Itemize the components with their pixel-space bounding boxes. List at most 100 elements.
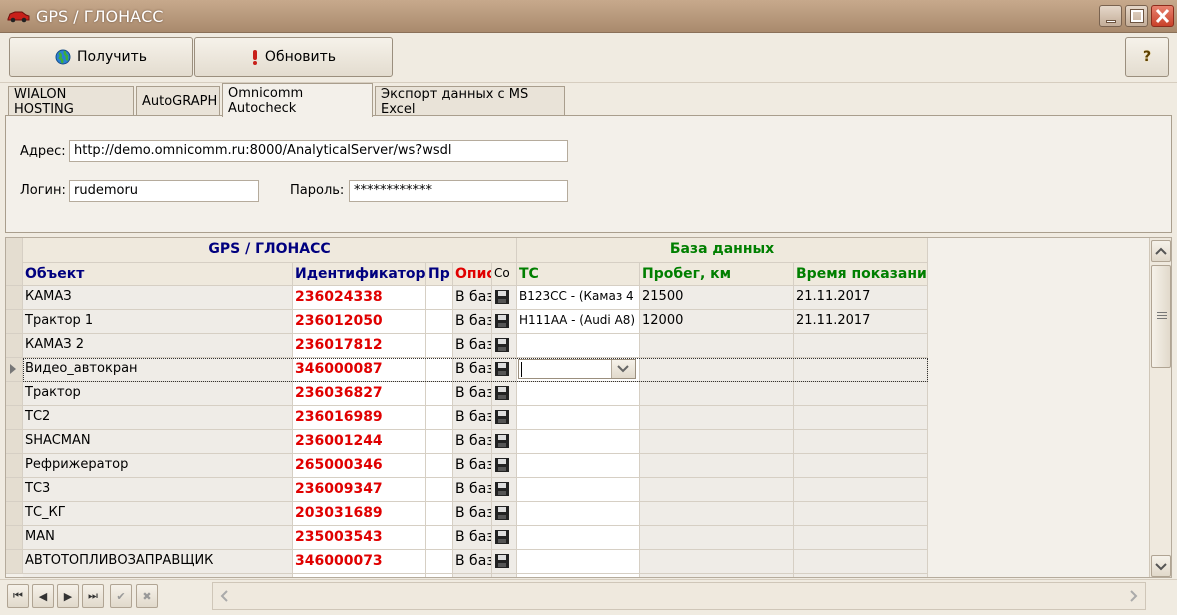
post-button[interactable]: ✔	[110, 584, 132, 608]
cell-pr[interactable]	[426, 550, 453, 574]
scroll-down-button[interactable]	[1151, 555, 1171, 577]
row-indicator[interactable]	[6, 430, 23, 454]
floppy-disk-icon[interactable]	[494, 409, 510, 425]
ts-dropdown[interactable]	[518, 359, 636, 379]
get-button[interactable]: Получить	[9, 37, 193, 77]
cell-object[interactable]: ТС3	[23, 478, 293, 502]
cell-identifier[interactable]: 236012050	[293, 310, 426, 334]
maximize-button[interactable]	[1125, 5, 1148, 27]
login-input[interactable]: rudemoru	[69, 180, 259, 202]
cell-time[interactable]	[794, 358, 928, 382]
cell-save[interactable]	[492, 502, 517, 526]
scroll-left-icon[interactable]	[215, 583, 235, 609]
cell-description[interactable]: В базе	[453, 310, 492, 334]
cell-object[interactable]: Рефрижератор	[23, 454, 293, 478]
cell-pr[interactable]	[426, 286, 453, 310]
cell-mileage[interactable]	[640, 430, 794, 454]
cell-identifier[interactable]: 265000346	[293, 454, 426, 478]
cell-time[interactable]: 21.11.2017	[794, 286, 928, 310]
cell-pr[interactable]	[426, 334, 453, 358]
cell-pr[interactable]	[426, 406, 453, 430]
next-record-button[interactable]: ▶	[57, 584, 79, 608]
cell-mileage[interactable]: 21500	[640, 286, 794, 310]
cell-pr[interactable]	[426, 430, 453, 454]
floppy-disk-icon[interactable]	[494, 337, 510, 353]
cancel-button[interactable]: ✖	[136, 584, 158, 608]
cell-time[interactable]: 21.11.2017	[794, 310, 928, 334]
cell-description[interactable]: В базе	[453, 406, 492, 430]
row-indicator[interactable]	[6, 454, 23, 478]
cell-save[interactable]	[492, 478, 517, 502]
row-indicator[interactable]	[6, 478, 23, 502]
last-record-button[interactable]: ⏭	[82, 584, 104, 608]
cell-description[interactable]: В базе	[453, 358, 492, 382]
tab-excel-export[interactable]: Экспорт данных с MS Excel	[375, 86, 565, 117]
column-header-description[interactable]: Описание	[453, 263, 492, 286]
row-indicator[interactable]	[6, 286, 23, 310]
cell-ts[interactable]	[517, 502, 640, 526]
cell-time[interactable]	[794, 502, 928, 526]
horizontal-scrollbar[interactable]	[212, 582, 1146, 610]
row-indicator[interactable]	[6, 334, 23, 358]
cell-description[interactable]: В базе	[453, 382, 492, 406]
dropdown-button[interactable]	[611, 360, 635, 378]
cell-mileage[interactable]	[640, 334, 794, 358]
close-button[interactable]	[1151, 5, 1174, 27]
cell-pr[interactable]	[426, 382, 453, 406]
row-indicator[interactable]	[6, 550, 23, 574]
tab-autograph[interactable]: AutoGRAPH	[136, 86, 220, 116]
cell-pr[interactable]	[426, 502, 453, 526]
row-indicator[interactable]	[6, 382, 23, 406]
cell-identifier[interactable]: 236001244	[293, 430, 426, 454]
cell-object[interactable]: ТС2	[23, 406, 293, 430]
cell-ts[interactable]	[517, 406, 640, 430]
cell-time[interactable]	[794, 406, 928, 430]
column-header-pr[interactable]: Пр	[426, 263, 453, 286]
cell-ts[interactable]: В123СС - (Камаз 4	[517, 286, 640, 310]
row-indicator[interactable]	[6, 526, 23, 550]
cell-identifier[interactable]: 236036827	[293, 382, 426, 406]
cell-identifier[interactable]: 346000087	[293, 358, 426, 382]
cell-save[interactable]	[492, 406, 517, 430]
floppy-disk-icon[interactable]	[494, 361, 510, 377]
vertical-scrollbar[interactable]	[1149, 238, 1171, 577]
row-indicator[interactable]	[6, 358, 23, 382]
cell-object[interactable]: SHACMAN	[23, 430, 293, 454]
cell-ts[interactable]	[517, 550, 640, 574]
floppy-disk-icon[interactable]	[494, 385, 510, 401]
cell-pr[interactable]	[426, 310, 453, 334]
cell-description[interactable]: В базе	[453, 550, 492, 574]
column-header-object[interactable]: Объект	[23, 263, 293, 286]
cell-time[interactable]	[794, 334, 928, 358]
cell-mileage[interactable]	[640, 550, 794, 574]
cell-save[interactable]	[492, 382, 517, 406]
cell-mileage[interactable]	[640, 526, 794, 550]
cell-description[interactable]: В базе	[453, 286, 492, 310]
cell-identifier[interactable]: 346000073	[293, 550, 426, 574]
cell-save[interactable]	[492, 310, 517, 334]
floppy-disk-icon[interactable]	[494, 529, 510, 545]
column-header-time[interactable]: Время показания	[794, 263, 928, 286]
cell-save[interactable]	[492, 550, 517, 574]
cell-object[interactable]: Трактор 1	[23, 310, 293, 334]
cell-save[interactable]	[492, 286, 517, 310]
cell-mileage[interactable]	[640, 502, 794, 526]
cell-mileage[interactable]: 12000	[640, 310, 794, 334]
column-header-identifier[interactable]: Идентификатор	[293, 263, 426, 286]
floppy-disk-icon[interactable]	[494, 505, 510, 521]
cell-object[interactable]: КАМАЗ	[23, 286, 293, 310]
cell-object[interactable]: АВТОТОПЛИВОЗАПРАВЩИК	[23, 550, 293, 574]
scroll-thumb[interactable]	[1151, 265, 1171, 368]
refresh-button[interactable]: Обновить	[194, 37, 393, 77]
column-header-co[interactable]: Со	[492, 263, 517, 286]
cell-identifier[interactable]: 203031689	[293, 502, 426, 526]
floppy-disk-icon[interactable]	[494, 457, 510, 473]
cell-ts[interactable]	[517, 430, 640, 454]
cell-description[interactable]: В базе	[453, 454, 492, 478]
cell-time[interactable]	[794, 526, 928, 550]
cell-mileage[interactable]	[640, 478, 794, 502]
cell-ts[interactable]	[517, 478, 640, 502]
cell-time[interactable]	[794, 454, 928, 478]
scroll-up-button[interactable]	[1151, 240, 1171, 262]
password-input[interactable]: ************	[349, 180, 568, 202]
